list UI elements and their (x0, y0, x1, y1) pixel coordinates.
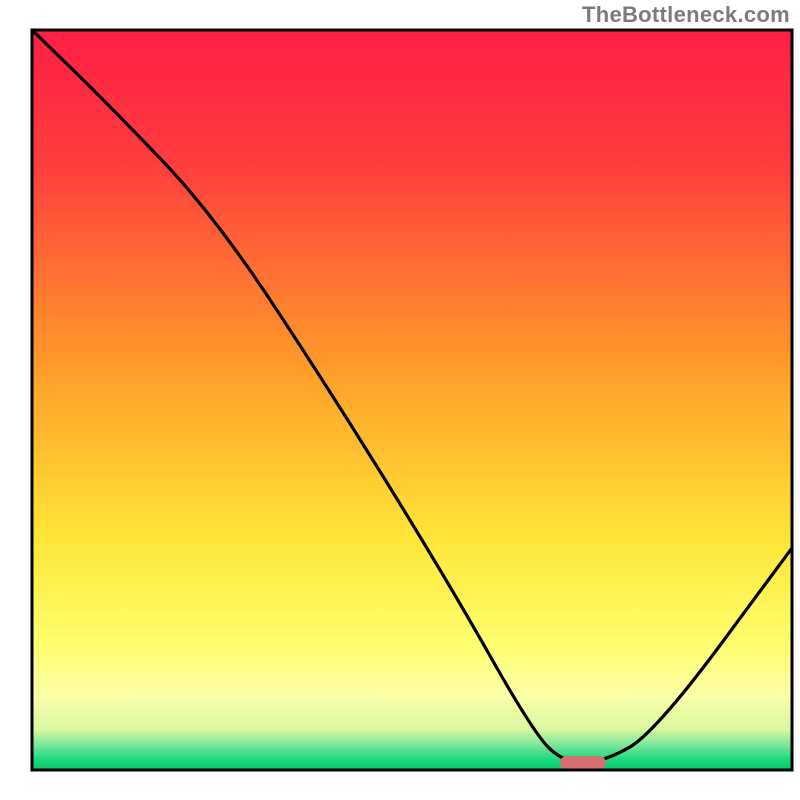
bottleneck-chart (0, 0, 800, 800)
optimal-marker (560, 756, 606, 769)
plot-background (32, 30, 792, 770)
chart-stage: TheBottleneck.com (0, 0, 800, 800)
watermark-text: TheBottleneck.com (582, 2, 790, 28)
